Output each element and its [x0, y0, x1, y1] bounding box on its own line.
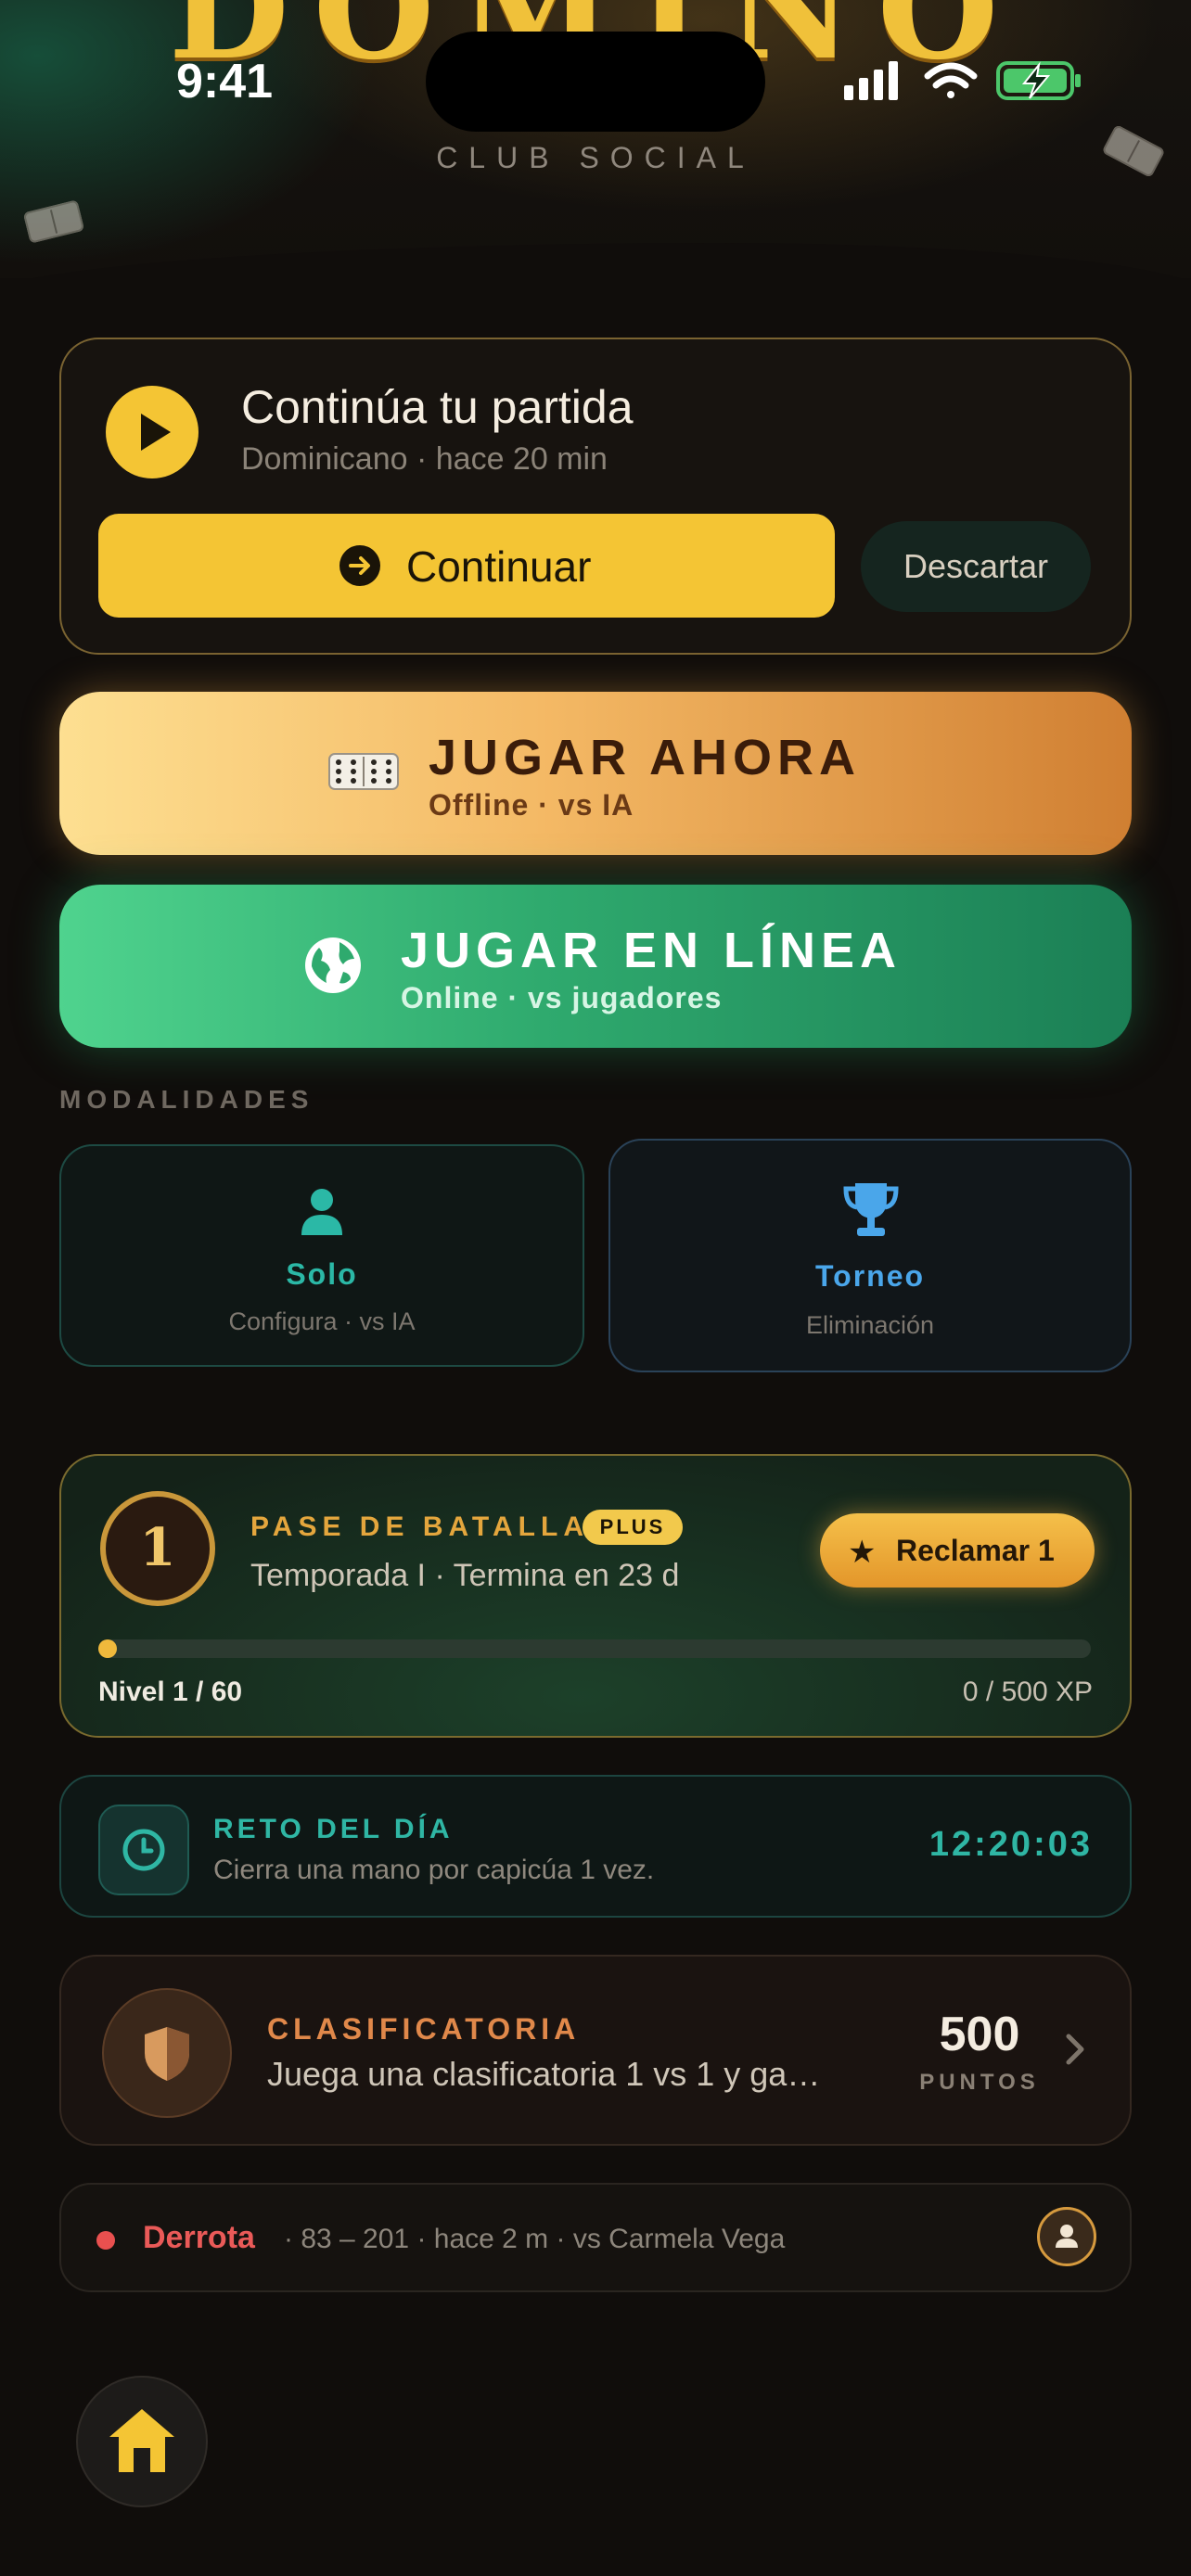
continue-subtitle: Dominicano · hace 20 min: [241, 441, 608, 477]
battle-pass-subtitle: Temporada I · Termina en 23 d: [250, 1558, 680, 1593]
claim-button-label: Reclamar 1: [896, 1534, 1055, 1567]
home-button[interactable]: [76, 2376, 208, 2507]
play-online-subtitle: Online · vs jugadores: [401, 981, 723, 1014]
match-detail: · 83 – 201 · hace 2 m · vs Carmela Vega: [284, 2224, 786, 2254]
ranked-card[interactable]: CLASIFICATORIA Juega una clasificatoria …: [59, 1955, 1132, 2146]
match-result: Derrota: [143, 2220, 255, 2255]
mode-tournament-card[interactable]: Torneo Eliminación: [608, 1139, 1132, 1372]
person-icon: [296, 1185, 348, 1242]
battle-pass-title: PASE DE BATALLA: [250, 1511, 589, 1542]
claim-reward-button[interactable]: ★ Reclamar 1: [820, 1513, 1095, 1588]
mode-tournament-subtitle: Eliminación: [805, 1311, 935, 1339]
star-icon: ★: [848, 1535, 877, 1570]
play-now-button[interactable]: JUGAR AHORA Offline · vs IA: [59, 692, 1132, 855]
daily-challenge-description: Cierra una mano por capicúa 1 vez.: [213, 1855, 655, 1885]
mode-tournament-title: Torneo: [814, 1259, 926, 1293]
globe-icon: [302, 935, 364, 1001]
continue-button[interactable]: Continuar: [98, 514, 835, 618]
ranked-points: 500: [939, 2008, 1020, 2061]
battery-charging-icon: [996, 61, 1081, 100]
level-badge-number: 1: [139, 1517, 176, 1578]
shield-icon: [102, 1988, 232, 2118]
discard-button-label: Descartar: [903, 547, 1049, 585]
play-now-title: JUGAR AHORA: [429, 730, 862, 785]
status-icons: [842, 57, 1083, 104]
play-icon[interactable]: [106, 386, 198, 478]
arrow-right-icon: [339, 545, 380, 586]
daily-challenge-card[interactable]: RETO DEL DÍA Cierra una mano por capicúa…: [59, 1775, 1132, 1918]
level-text: Nivel 1 / 60: [98, 1677, 243, 1707]
continue-button-label: Continuar: [406, 542, 592, 591]
mode-solo-title: Solo: [286, 1257, 358, 1291]
domino-icon: [328, 753, 399, 795]
last-match-card[interactable]: Derrota · 83 – 201 · hace 2 m · vs Carme…: [59, 2183, 1132, 2292]
plus-badge: PLUS: [583, 1510, 683, 1545]
home-icon: [106, 2405, 178, 2480]
play-now-subtitle: Offline · vs IA: [429, 788, 634, 822]
clock-icon: [98, 1804, 189, 1895]
domino-decoration: [22, 199, 85, 244]
modes-section-label: MODALIDADES: [59, 1085, 314, 1114]
xp-progress-bar: [98, 1639, 1091, 1658]
continue-title: Continúa tu partida: [241, 381, 634, 433]
loss-indicator-dot: [96, 2231, 115, 2250]
daily-challenge-timer: 12:20:03: [928, 1825, 1093, 1864]
status-time: 9:41: [176, 55, 274, 108]
daily-challenge-title: RETO DEL DÍA: [213, 1814, 454, 1844]
chevron-right-icon: [1063, 2031, 1087, 2072]
xp-text: 0 / 500 XP: [962, 1677, 1093, 1707]
dynamic-island: [426, 32, 765, 132]
ranked-title: CLASIFICATORIA: [267, 2012, 581, 2046]
club-subtitle: CLUB SOCIAL: [436, 141, 755, 174]
continue-game-card: Continúa tu partida Dominicano · hace 20…: [59, 338, 1132, 655]
mode-solo-card[interactable]: Solo Configura · vs IA: [59, 1144, 584, 1367]
ranked-description: Juega una clasificatoria 1 vs 1 y ganará…: [267, 2055, 824, 2093]
ranked-points-label: PUNTOS: [919, 2070, 1040, 2095]
signal-icon: [844, 61, 898, 100]
discard-button[interactable]: Descartar: [861, 521, 1091, 612]
trophy-icon: [842, 1180, 900, 1243]
mode-solo-subtitle: Configura · vs IA: [228, 1307, 416, 1335]
level-badge: 1: [100, 1491, 215, 1606]
battle-pass-card[interactable]: 1 PASE DE BATALLA PLUS Temporada I · Ter…: [59, 1454, 1132, 1738]
play-online-title: JUGAR EN LÍNEA: [401, 923, 903, 978]
wifi-icon: [924, 62, 978, 98]
play-online-button[interactable]: JUGAR EN LÍNEA Online · vs jugadores: [59, 885, 1132, 1048]
xp-progress-fill: [98, 1639, 117, 1658]
opponent-avatar[interactable]: [1037, 2207, 1096, 2266]
